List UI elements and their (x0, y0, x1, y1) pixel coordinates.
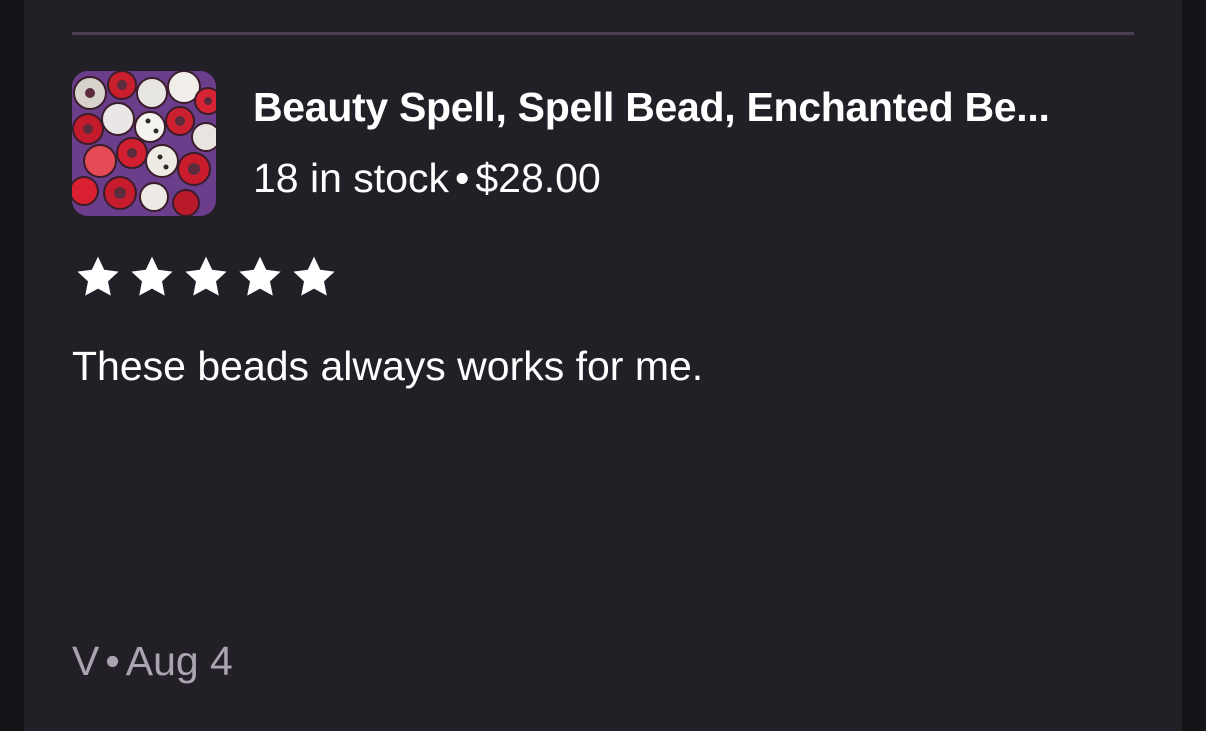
review-footer: V • Aug 4 (72, 638, 233, 685)
review-date: Aug 4 (125, 638, 233, 684)
listing-title[interactable]: Beauty Spell, Spell Bead, Enchanted Be..… (253, 84, 1133, 131)
footer-separator: • (105, 638, 120, 684)
star-icon (185, 256, 227, 296)
review-text: These beads always works for me. (72, 343, 704, 389)
review-card: Beauty Spell, Spell Bead, Enchanted Be..… (24, 0, 1182, 731)
star-rating (74, 253, 338, 301)
beads-photo-icon (72, 71, 216, 216)
listing-thumbnail[interactable] (72, 71, 216, 216)
divider (72, 32, 1134, 35)
listing-price: $28.00 (475, 155, 601, 201)
reviewer-name[interactable]: V (72, 638, 99, 684)
stock-count: 18 in stock (253, 155, 449, 201)
star-icon (239, 256, 281, 296)
star-icon (131, 256, 173, 296)
star-icon (77, 256, 119, 296)
star-icon (293, 256, 335, 296)
meta-separator: • (455, 155, 470, 201)
listing-meta: 18 in stock • $28.00 (253, 155, 601, 202)
